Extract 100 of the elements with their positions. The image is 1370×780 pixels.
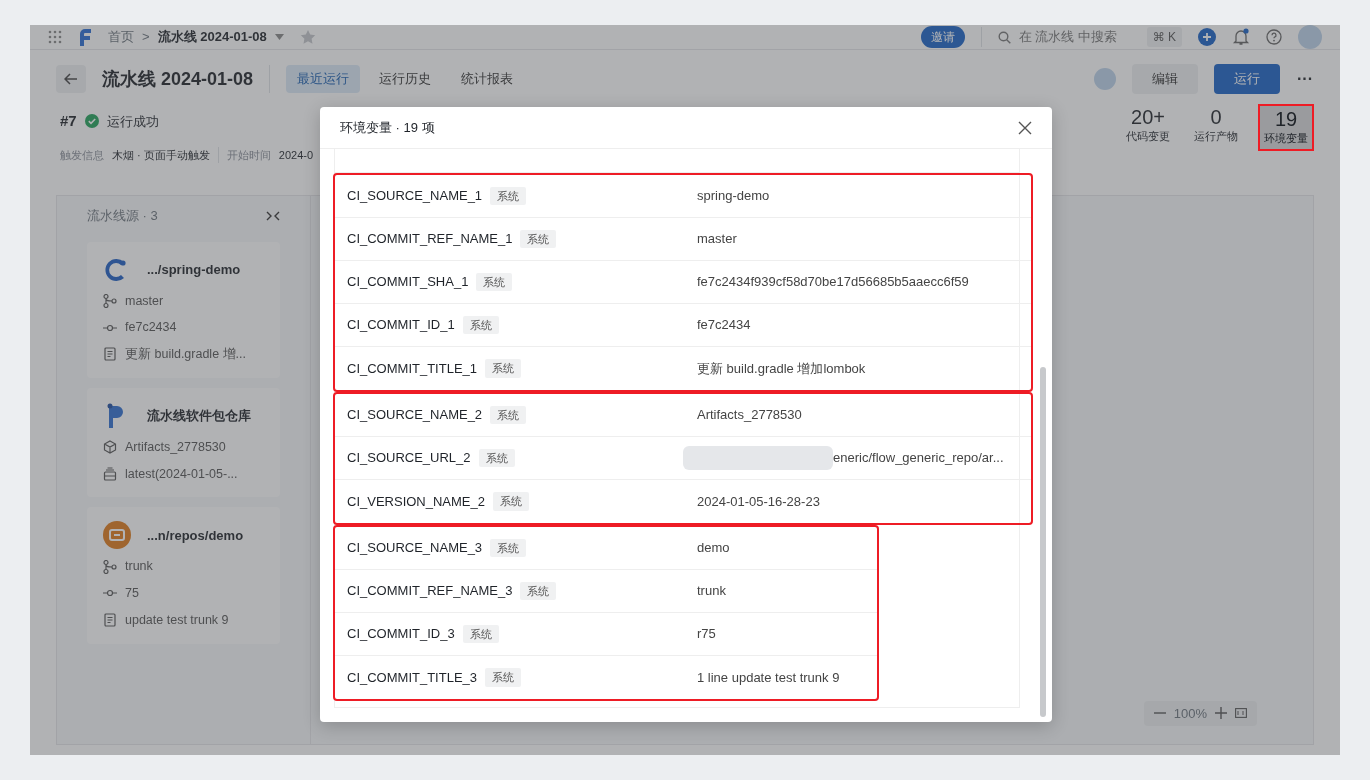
- source-card[interactable]: ...n/repos/demo trunk 75 update test trunk 9: [87, 507, 280, 644]
- system-tag: 系统: [490, 405, 527, 425]
- source-card[interactable]: 流水线软件包仓库 Artifacts_2778530 latest(2024-01-05-...: [87, 387, 280, 498]
- breadcrumb-separator: >: [142, 28, 150, 47]
- variable-name: CI_COMMIT_ID_1: [347, 316, 455, 335]
- variable-name: CI_COMMIT_TITLE_3: [347, 668, 478, 687]
- link-badge-icon: [103, 521, 131, 550]
- system-tag: 系统: [520, 581, 557, 601]
- variable-value: 1 line update test trunk 9: [697, 668, 840, 687]
- system-tag: 系统: [462, 624, 499, 644]
- stat-item[interactable]: 19 环境变量: [1258, 104, 1314, 151]
- variable-name: CI_COMMIT_SHA_1: [347, 273, 469, 292]
- variable-value: spring-demo: [697, 187, 770, 206]
- more-button[interactable]: ···: [1296, 66, 1314, 92]
- variable-name: CI_COMMIT_TITLE_1: [347, 359, 478, 378]
- search-field[interactable]: 在 流水线 中搜索: [980, 27, 1131, 47]
- tab[interactable]: 最近运行: [286, 65, 361, 93]
- variable-value: 2024-01-05-16-28-23: [697, 492, 820, 511]
- apps-grid-icon[interactable]: [48, 30, 62, 44]
- modal-title: 环境变量 · 19 项: [340, 118, 435, 137]
- back-arrow-icon: [64, 73, 78, 85]
- source-name: ...n/repos/demo: [147, 526, 244, 545]
- stat-value: 20+: [1130, 106, 1166, 128]
- search-icon: [997, 30, 1011, 44]
- branch-icon: [103, 559, 117, 574]
- star-icon[interactable]: [299, 29, 316, 45]
- tab[interactable]: 统计报表: [450, 65, 525, 93]
- variable-value: trunk: [697, 582, 726, 601]
- variable-value: Artifacts_2778530: [697, 406, 802, 425]
- sources-title: 流水线源 · 3: [87, 207, 158, 225]
- start-time-label: 开始时间: [217, 146, 271, 163]
- variable-name: CI_SOURCE_NAME_1: [347, 187, 483, 206]
- variable-value: demo: [697, 539, 730, 558]
- variable-name: CI_COMMIT_REF_NAME_3: [347, 582, 513, 601]
- source-detail: fe7c2434: [125, 319, 177, 337]
- breadcrumb-current[interactable]: 流水线 2024-01-08: [157, 27, 267, 47]
- success-check-icon: [84, 114, 99, 129]
- variable-name: CI_SOURCE_URL_2: [347, 449, 471, 468]
- fit-screen-icon[interactable]: [1235, 708, 1247, 719]
- system-tag: 系统: [490, 538, 527, 558]
- trigger-info: 木烟 · 页面手动触发: [112, 147, 210, 163]
- run-button[interactable]: 运行: [1214, 64, 1280, 94]
- tab[interactable]: 运行历史: [368, 65, 443, 93]
- stat-value: 0: [1209, 106, 1223, 128]
- source-detail: trunk: [125, 558, 153, 576]
- zoom-in-icon[interactable]: [1215, 707, 1227, 720]
- system-tag: 系统: [493, 492, 529, 511]
- source-detail: latest(2024-01-05-...: [125, 465, 238, 483]
- stat-label: 运行产物: [1194, 129, 1238, 144]
- trigger-label: 触发信息: [60, 147, 104, 163]
- branch-icon: [103, 293, 117, 308]
- collapse-icon[interactable]: [266, 210, 280, 221]
- back-button[interactable]: [56, 65, 86, 93]
- source-detail: master: [125, 292, 164, 310]
- variable-value: r75: [697, 625, 716, 644]
- invite-button[interactable]: 邀请: [920, 26, 965, 48]
- stat-value: 19: [1273, 108, 1299, 130]
- system-tag: 系统: [485, 668, 522, 687]
- scrollbar-thumb[interactable]: [1040, 367, 1046, 717]
- tray-icon: [103, 466, 117, 481]
- plus-icon[interactable]: [1198, 28, 1216, 46]
- system-tag: 系统: [485, 359, 522, 378]
- start-time: 2024-0: [278, 147, 314, 163]
- breadcrumb-link[interactable]: 首页: [108, 27, 134, 47]
- bell-icon[interactable]: [1232, 28, 1250, 46]
- caret-down-icon[interactable]: [274, 34, 284, 40]
- help-icon[interactable]: [1266, 29, 1282, 45]
- stat-item[interactable]: 20+ 代码变更: [1122, 104, 1174, 147]
- source-card[interactable]: .../spring-demo master fe7c2434 更新 build.gradle 增...: [87, 241, 280, 378]
- page-title: 流水线 2024-01-08: [102, 67, 254, 91]
- variable-value: fe7c2434f939cf58d70be17d56685b5aaecc6f59: [697, 273, 969, 292]
- system-tag: 系统: [490, 186, 527, 206]
- zoom-level: 100%: [1173, 704, 1207, 723]
- system-tag: 系统: [520, 229, 557, 249]
- variable-value: 更新 build.gradle 增加lombok: [697, 359, 866, 378]
- variable-value: master: [697, 230, 737, 249]
- source-detail: update test trunk 9: [125, 611, 229, 629]
- logo-icon[interactable]: [78, 28, 92, 46]
- variable-name: CI_VERSION_NAME_2: [347, 492, 485, 511]
- run-status: 运行成功: [106, 112, 159, 131]
- variable-value: eneric/flow_generic_repo/ar...: [833, 449, 1004, 468]
- stat-label: 代码变更: [1126, 129, 1170, 144]
- variable-name: CI_COMMIT_ID_3: [347, 625, 455, 644]
- run-number: #7: [60, 111, 77, 131]
- system-tag: 系统: [462, 315, 499, 335]
- edit-button[interactable]: 编辑: [1132, 64, 1198, 94]
- stat-label: 环境变量: [1264, 131, 1308, 146]
- system-tag: 系统: [476, 272, 513, 292]
- document-icon: [103, 613, 117, 628]
- close-icon[interactable]: [1018, 120, 1032, 135]
- source-detail: 75: [125, 585, 139, 602]
- avatar-icon: [1094, 68, 1116, 90]
- system-tag: 系统: [478, 448, 515, 468]
- cube-icon: [103, 440, 117, 455]
- variable-value: fe7c2434: [697, 316, 751, 335]
- stat-item[interactable]: 0 运行产物: [1190, 104, 1242, 147]
- source-detail: 更新 build.gradle 增...: [125, 346, 246, 363]
- source-detail: Artifacts_2778530: [125, 438, 226, 456]
- source-name: 流水线软件包仓库: [147, 407, 251, 425]
- source-name: .../spring-demo: [147, 260, 241, 279]
